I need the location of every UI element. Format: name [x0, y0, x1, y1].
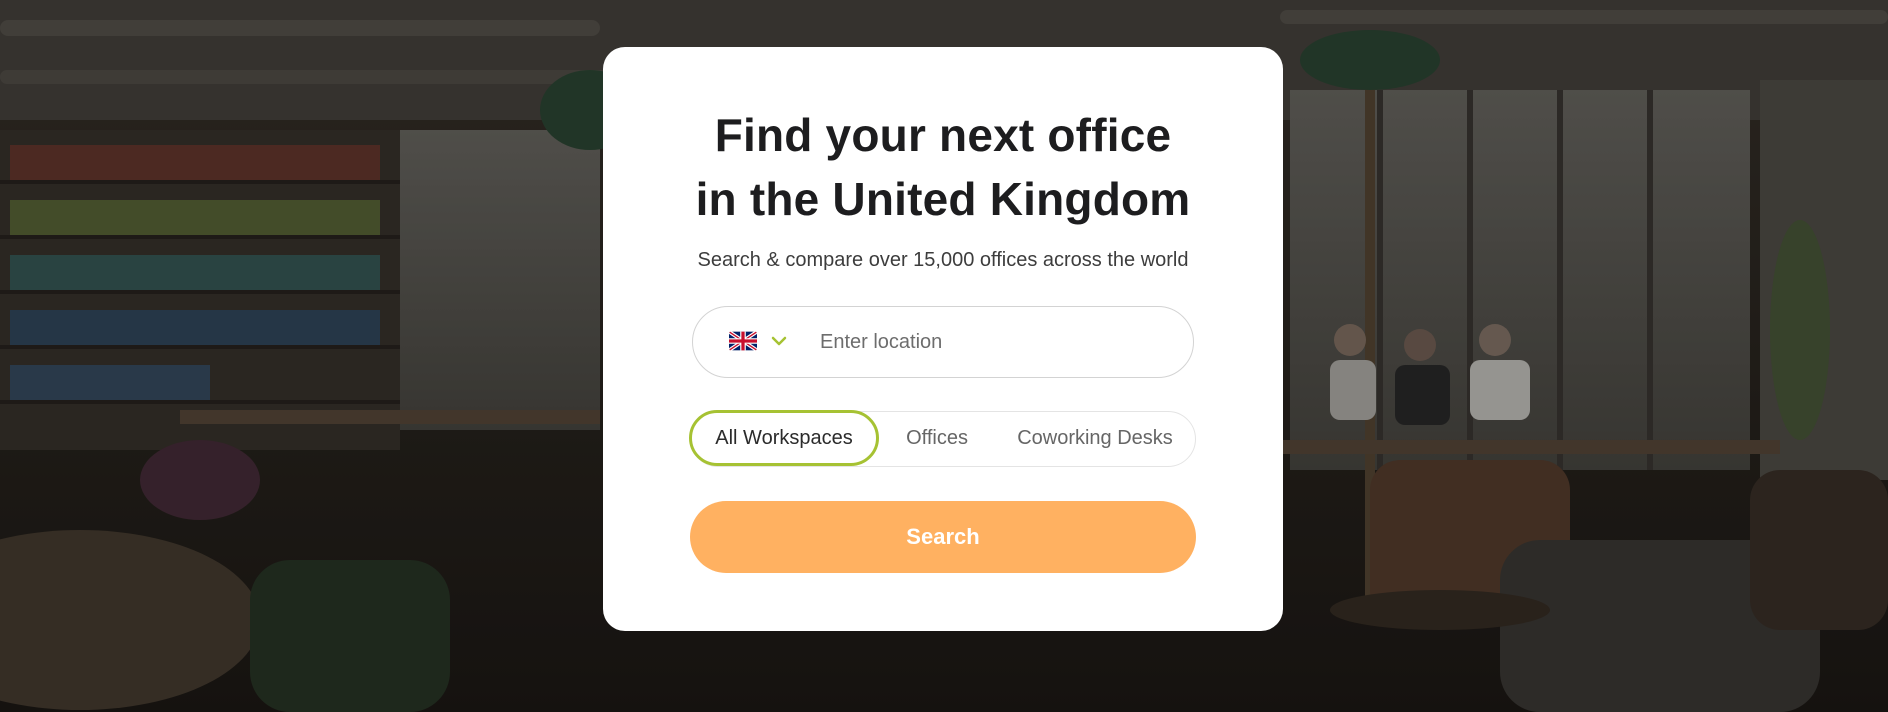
workspace-type-selector: All Workspaces Offices Coworking Desks [689, 410, 1196, 467]
location-input[interactable] [820, 323, 1160, 361]
location-search-field [692, 306, 1194, 378]
search-card: Find your next office in the United King… [603, 47, 1283, 631]
hero-section: Find your next office in the United King… [0, 0, 1888, 712]
page-title-line-2: in the United Kingdom [695, 173, 1191, 225]
tab-offices[interactable]: Offices [891, 410, 983, 466]
page-title-line-1: Find your next office [714, 109, 1172, 161]
page-subtitle: Search & compare over 15,000 offices acr… [697, 249, 1189, 271]
tab-coworking-desks[interactable]: Coworking Desks [999, 410, 1191, 466]
united-kingdom-flag-icon[interactable] [729, 331, 757, 351]
page-title: Find your next office in the United King… [603, 103, 1283, 231]
tab-all-workspaces[interactable]: All Workspaces [689, 410, 879, 466]
chevron-down-icon[interactable] [771, 333, 787, 349]
search-button[interactable]: Search [690, 501, 1196, 573]
